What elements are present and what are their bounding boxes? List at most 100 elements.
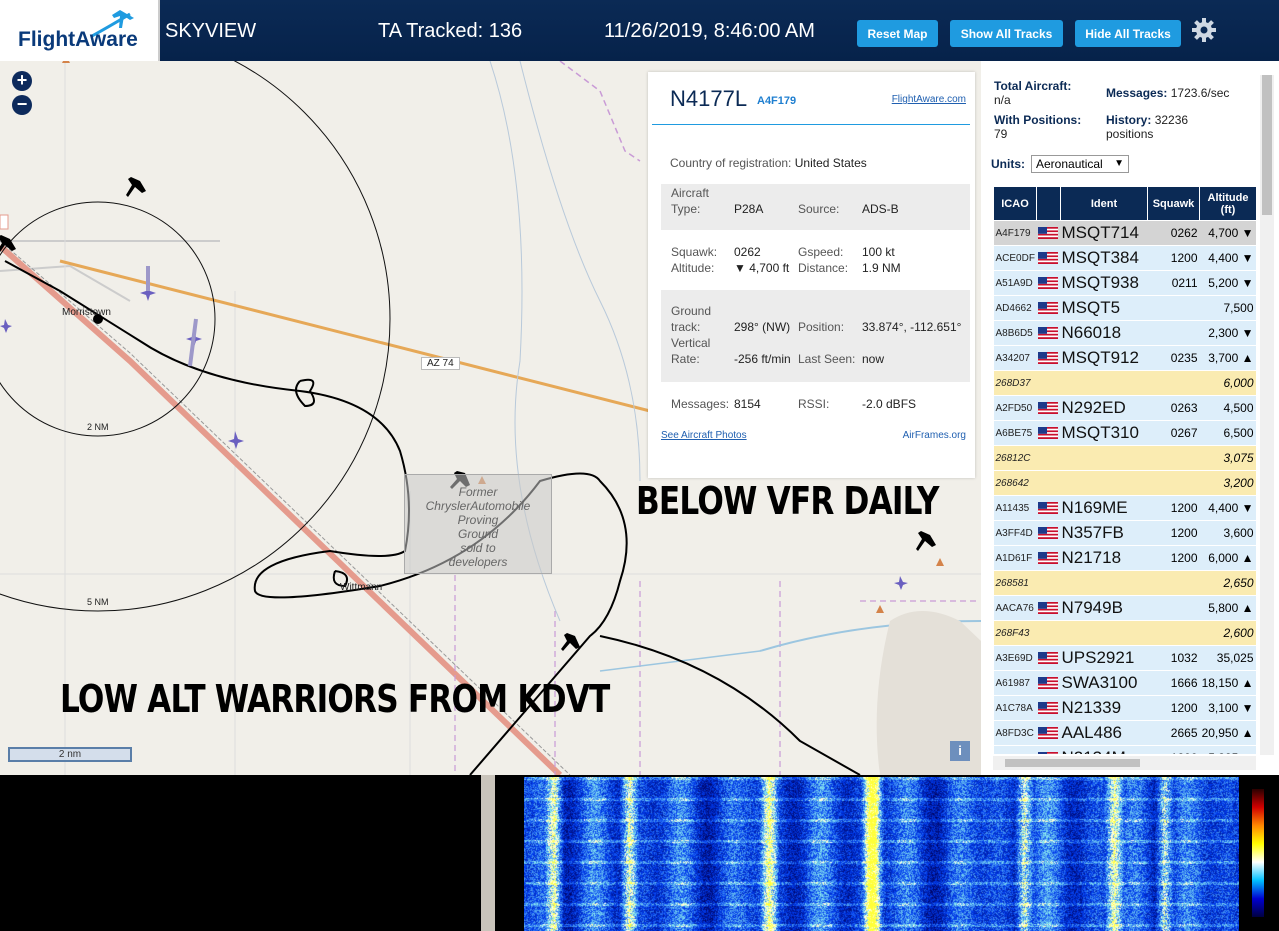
type-label-a: Aircraft <box>671 186 710 200</box>
us-flag-icon <box>1037 402 1058 414</box>
col-header-altitude[interactable]: Altitude (ft) <box>1199 186 1256 221</box>
scroll-thumb[interactable] <box>1262 75 1272 215</box>
cell-squawk: 1200 <box>1147 495 1200 521</box>
cell-squawk <box>1147 595 1200 621</box>
cell-ident: SWA3100 <box>1060 670 1148 696</box>
info-button[interactable]: i <box>950 741 970 761</box>
cell-flag <box>1036 745 1061 754</box>
cell-icao: 268F43 <box>993 620 1037 646</box>
col-header-squawk[interactable]: Squawk <box>1147 186 1200 221</box>
table-row[interactable]: A8B6D5 N66018 2,300 ▼ <box>993 320 1256 346</box>
table-row[interactable]: A8FD3C AAL486 2665 20,950 ▲ <box>993 720 1256 746</box>
aircraft-table-container[interactable]: ICAO Ident Squawk Altitude (ft) A4F179 MS… <box>993 186 1256 754</box>
col-header-flag[interactable] <box>1036 186 1061 221</box>
cell-squawk: 1200 <box>1147 520 1200 546</box>
table-row[interactable]: A1C78A N21339 1200 3,100 ▼ <box>993 695 1256 721</box>
ring-label-2nm: 2 NM <box>87 422 109 432</box>
cell-ident: UPS2921 <box>1060 645 1148 671</box>
last-seen-label: Last Seen: <box>798 352 856 366</box>
vertical-scrollbar[interactable] <box>1260 75 1274 755</box>
scroll-thumb[interactable] <box>1005 759 1140 767</box>
cell-squawk: 0262 <box>1147 220 1200 246</box>
table-row[interactable]: A1C797 N2134M12005,325 ▼ <box>993 745 1256 754</box>
cell-altitude: 18,150 ▲ <box>1199 670 1256 696</box>
cell-flag <box>1036 695 1061 721</box>
logo-text: FlightAware <box>18 28 138 51</box>
cell-flag <box>1036 595 1061 621</box>
proving-label-line: Ground <box>457 527 499 541</box>
history-stat: History: 32236 positions <box>1106 113 1188 141</box>
cell-altitude: 6,500 <box>1199 420 1256 446</box>
cell-squawk: 1032 <box>1147 645 1200 671</box>
table-row[interactable]: A2FD50 N292ED 0263 4,500 <box>993 395 1256 421</box>
table-row[interactable]: A34207 MSQT912 0235 3,700 ▲ <box>993 345 1256 371</box>
units-select[interactable]: Aeronautical ▼ <box>1031 155 1129 173</box>
units-value: Aeronautical <box>1036 157 1103 171</box>
table-row[interactable]: ACE0DF MSQT384 1200 4,400 ▼ <box>993 245 1256 271</box>
table-row[interactable]: 268642 3,200 <box>993 470 1256 496</box>
cell-icao: A8FD3C <box>993 720 1037 746</box>
col-header-ident[interactable]: Ident <box>1060 186 1148 221</box>
proving-label-line: Proving <box>457 513 499 527</box>
cell-squawk: 2665 <box>1147 720 1200 746</box>
table-row[interactable]: 26812C 3,075 <box>993 445 1256 471</box>
table-row[interactable]: A3E69D UPS2921 1032 35,025 <box>993 645 1256 671</box>
cell-squawk: 0263 <box>1147 395 1200 421</box>
cell-altitude: 3,100 ▼ <box>1199 695 1256 721</box>
town-label-morristown: Morristown <box>62 307 111 318</box>
cell-icao: A3E69D <box>993 645 1037 671</box>
zoom-in-button[interactable]: + <box>12 71 32 91</box>
cell-icao: 26812C <box>993 445 1037 471</box>
cell-flag <box>1036 620 1061 646</box>
col-header-icao[interactable]: ICAO <box>993 186 1037 221</box>
aircraft-photos-link[interactable]: See Aircraft Photos <box>661 430 747 441</box>
table-row[interactable]: 268D37 6,000 <box>993 370 1256 396</box>
us-flag-icon <box>1037 252 1058 264</box>
reset-map-button[interactable]: Reset Map <box>857 20 938 47</box>
detail-speed-section: Squawk: 0262 Gspeed: 100 kt Altitude: ▼ … <box>661 238 970 284</box>
show-all-tracks-button[interactable]: Show All Tracks <box>950 20 1063 47</box>
vrate-value: -256 ft/min <box>734 352 791 366</box>
cell-altitude: 2,650 <box>1199 570 1256 596</box>
detail-hex[interactable]: A4F179 <box>757 95 796 107</box>
table-row[interactable]: 268F43 2,600 <box>993 620 1256 646</box>
table-row[interactable]: A1D61F N21718 1200 6,000 ▲ <box>993 545 1256 571</box>
aircraft-detail-panel: N4177L A4F179 FlightAware.com Country of… <box>648 72 975 478</box>
panel-divider[interactable] <box>481 775 495 931</box>
flightaware-link[interactable]: FlightAware.com <box>892 94 966 105</box>
zoom-out-button[interactable]: − <box>12 95 32 115</box>
last-seen-value: now <box>862 352 885 366</box>
table-row[interactable]: A51A9D MSQT938 0211 5,200 ▼ <box>993 270 1256 296</box>
detail-registration: N4177L <box>670 86 748 111</box>
top-bar: FlightAware SKYVIEW TA Tracked: 136 11/2… <box>0 0 1279 61</box>
table-row[interactable]: A4F179 MSQT714 0262 4,700 ▼ <box>993 220 1256 246</box>
cell-flag <box>1036 295 1061 321</box>
flightaware-logo[interactable]: FlightAware <box>0 0 160 61</box>
distance-label: Distance: <box>798 261 849 275</box>
cell-squawk <box>1147 570 1200 596</box>
cell-flag <box>1036 570 1061 596</box>
cell-altitude: 6,000 ▲ <box>1199 545 1256 571</box>
cell-altitude: 7,500 <box>1199 295 1256 321</box>
detail-type-section: Aircraft Type: P28A Source: ADS-B <box>661 184 970 230</box>
table-row[interactable]: A3FF4D N357FB 1200 3,600 <box>993 520 1256 546</box>
table-row[interactable]: A61987 SWA3100 1666 18,150 ▲ <box>993 670 1256 696</box>
cell-ident: N357FB <box>1060 520 1148 546</box>
gear-icon[interactable] <box>1191 17 1217 43</box>
cell-icao: AACA76 <box>993 595 1037 621</box>
us-flag-icon <box>1037 552 1058 564</box>
table-row[interactable]: A6BE75 MSQT310 0267 6,500 <box>993 420 1256 446</box>
cell-squawk: 1200 <box>1147 695 1200 721</box>
cell-flag <box>1036 370 1061 396</box>
table-row[interactable]: AACA76 N7949B 5,800 ▲ <box>993 595 1256 621</box>
table-row[interactable]: AD4662 MSQT5 7,500 <box>993 295 1256 321</box>
airframes-link[interactable]: AirFrames.org <box>903 430 966 441</box>
table-row[interactable]: A11435 N169ME 1200 4,400 ▼ <box>993 495 1256 521</box>
cell-icao: 268581 <box>993 570 1037 596</box>
table-row[interactable]: 268581 2,650 <box>993 570 1256 596</box>
horizontal-scrollbar[interactable] <box>993 756 1256 770</box>
cell-ident <box>1060 445 1148 471</box>
cell-ident: N292ED <box>1060 395 1148 421</box>
app-title: SKYVIEW <box>165 20 257 42</box>
hide-all-tracks-button[interactable]: Hide All Tracks <box>1075 20 1181 47</box>
